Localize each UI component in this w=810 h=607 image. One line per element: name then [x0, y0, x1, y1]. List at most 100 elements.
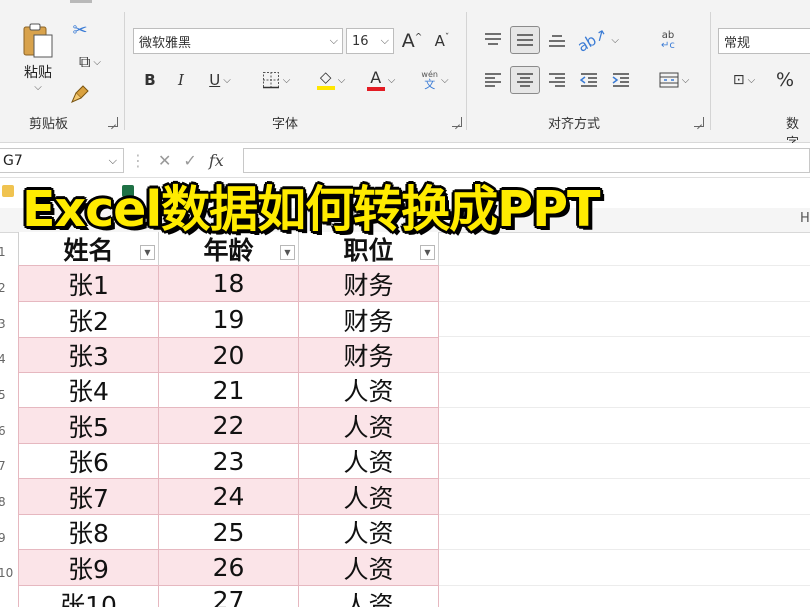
align-top-icon — [485, 33, 501, 45]
cell-age[interactable]: 18 — [159, 266, 299, 302]
paste-icon — [23, 23, 53, 57]
row-number[interactable]: 5 — [0, 388, 14, 402]
cell-name[interactable]: 张9 — [18, 550, 159, 586]
number-format-select[interactable]: 常规 — [718, 28, 810, 54]
cell-age[interactable]: 23 — [159, 444, 299, 479]
cell-age[interactable]: 26 — [159, 550, 299, 586]
align-bottom-icon — [549, 35, 565, 47]
clipboard-launcher-icon[interactable] — [108, 117, 118, 127]
group-divider — [710, 12, 711, 130]
grow-font-icon: A^ — [401, 29, 423, 52]
font-launcher-icon[interactable] — [452, 117, 462, 127]
filter-dropdown-icon[interactable]: ▼ — [420, 245, 435, 260]
underline-button[interactable]: U ⌵ — [200, 68, 240, 92]
cell-position[interactable]: 人资 — [299, 479, 439, 515]
cell-age[interactable]: 24 — [159, 479, 299, 515]
filter-dropdown-icon[interactable]: ▼ — [280, 245, 295, 260]
filter-dropdown-icon[interactable]: ▼ — [140, 245, 155, 260]
cell-name[interactable]: 张5 — [18, 408, 159, 444]
align-bottom-button[interactable] — [544, 28, 570, 52]
cell-name[interactable]: 张7 — [18, 479, 159, 515]
cell-age[interactable]: 25 — [159, 515, 299, 550]
chevron-down-icon[interactable]: ⌵ — [109, 154, 117, 168]
row-number[interactable]: 2 — [0, 281, 14, 295]
align-middle-button[interactable] — [510, 26, 540, 54]
bold-icon: B — [144, 70, 156, 89]
cell-position[interactable]: 财务 — [299, 266, 439, 302]
font-size-select[interactable]: 16 ⌵ — [346, 28, 394, 54]
paste-button[interactable]: 粘贴 ⌵ — [18, 18, 58, 96]
chevron-down-icon: ⌵ — [387, 74, 396, 86]
outdent-icon — [580, 73, 597, 87]
decrease-indent-button[interactable] — [576, 68, 602, 92]
fill-color-button[interactable]: ◇ ⌵ — [310, 66, 352, 94]
row-number[interactable]: 6 — [0, 424, 14, 438]
insert-function-icon[interactable]: fx — [209, 151, 224, 170]
percent-style-button[interactable]: % — [772, 68, 798, 92]
confirm-icon[interactable]: ✓ — [183, 151, 196, 170]
underline-icon: U — [209, 70, 221, 89]
increase-indent-button[interactable] — [608, 68, 634, 92]
overlay-title: Excel数据如何转换成PPT — [22, 181, 600, 238]
cell-name[interactable]: 张1 — [18, 266, 159, 302]
alignment-group-label: 对齐方式 — [548, 117, 601, 132]
align-top-button[interactable] — [480, 28, 506, 52]
cell-name[interactable]: 张6 — [18, 444, 159, 479]
align-center-icon — [517, 73, 533, 87]
alignment-launcher-icon[interactable] — [694, 117, 704, 127]
cell-position[interactable]: 人资 — [299, 444, 439, 479]
cell-name[interactable]: 张8 — [18, 515, 159, 550]
column-h-header[interactable]: H — [800, 211, 810, 226]
row-number[interactable]: 3 — [0, 317, 14, 331]
row-number[interactable]: 4 — [0, 352, 14, 366]
cell-position[interactable]: 财务 — [299, 338, 439, 373]
orientation-button[interactable]: ab↗ ⌵ — [574, 24, 619, 55]
row-number[interactable]: 7 — [0, 459, 14, 473]
chevron-down-icon: ⌵ — [380, 34, 389, 47]
currency-format-button[interactable]: ⊡ ⌵ — [722, 68, 766, 92]
row-number[interactable]: 10 — [0, 566, 14, 580]
borders-icon — [262, 72, 279, 89]
cell-position[interactable]: 人资 — [299, 408, 439, 444]
row-number[interactable]: 1 — [0, 245, 14, 259]
wrap-text-button[interactable]: ab ↵c — [654, 28, 682, 54]
cut-button[interactable]: ✂ — [68, 20, 92, 42]
cell-age[interactable]: 27 — [159, 586, 299, 607]
align-center-button[interactable] — [510, 66, 540, 94]
cell-age[interactable]: 22 — [159, 408, 299, 444]
cell-position[interactable]: 人资 — [299, 586, 439, 607]
cell-name[interactable]: 张2 — [18, 302, 159, 338]
cell-position[interactable]: 财务 — [299, 302, 439, 338]
ribbon: 粘贴 ⌵ ✂ ⧉ ⌵ 剪贴板 微软雅黑 ⌵ 16 ⌵ A^ Aˇ B I U ⌵ ⌵… — [0, 0, 810, 151]
bold-button[interactable]: B — [139, 68, 161, 92]
cell-age[interactable]: 20 — [159, 338, 299, 373]
cell-name[interactable]: 张4 — [18, 373, 159, 408]
font-color-button[interactable]: A ⌵ — [360, 66, 402, 94]
italic-button[interactable]: I — [170, 68, 192, 92]
paste-dropdown-icon[interactable]: ⌵ — [34, 82, 42, 93]
cell-position[interactable]: 人资 — [299, 550, 439, 586]
increase-font-button[interactable]: A^ — [400, 28, 424, 54]
align-right-button[interactable] — [544, 68, 570, 92]
row-number[interactable]: 9 — [0, 531, 14, 545]
cell-age[interactable]: 21 — [159, 373, 299, 408]
merge-center-button[interactable]: ⌵ — [652, 68, 696, 92]
borders-button[interactable]: ⌵ — [254, 68, 298, 92]
cell-position[interactable]: 人资 — [299, 373, 439, 408]
align-left-button[interactable] — [480, 68, 506, 92]
row-number[interactable]: 8 — [0, 495, 14, 509]
cancel-icon[interactable]: ✕ — [158, 151, 171, 170]
cell-name[interactable]: 张10 — [18, 586, 159, 607]
format-painter-button[interactable] — [68, 82, 92, 106]
copy-dropdown-icon: ⌵ — [93, 56, 102, 68]
font-color-icon: A — [366, 69, 385, 91]
cell-age[interactable]: 19 — [159, 302, 299, 338]
decrease-font-button[interactable]: Aˇ — [430, 28, 454, 54]
percent-icon: % — [775, 68, 795, 91]
phonetic-button[interactable]: wén 文 ⌵ — [412, 66, 458, 94]
font-name-select[interactable]: 微软雅黑 ⌵ — [133, 28, 343, 54]
cell-name[interactable]: 张3 — [18, 338, 159, 373]
tab-strip — [0, 0, 810, 6]
copy-button[interactable]: ⧉ ⌵ — [68, 50, 112, 74]
cell-position[interactable]: 人资 — [299, 515, 439, 550]
